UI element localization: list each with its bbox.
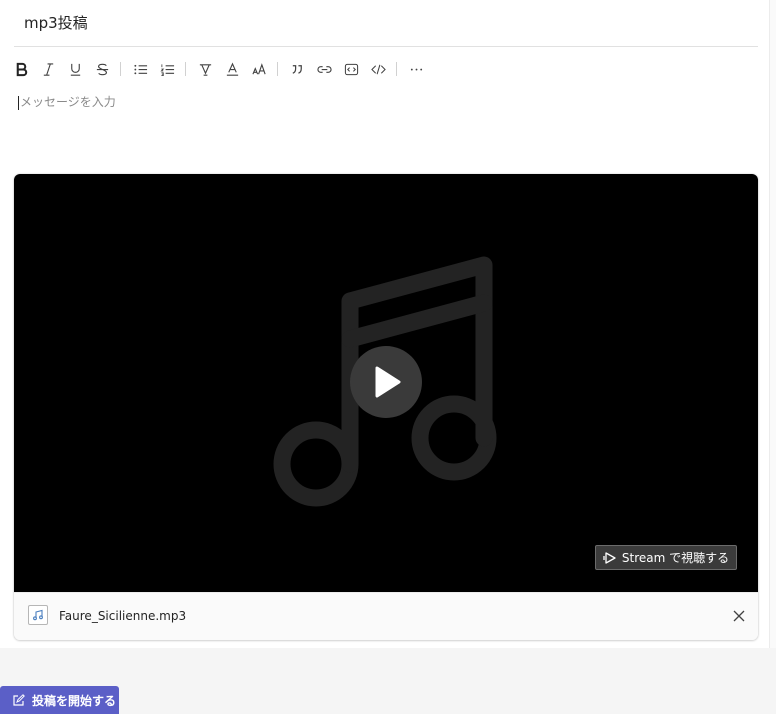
underline-icon — [70, 63, 80, 76]
remove-attachment-button[interactable] — [732, 609, 746, 623]
audio-attachment-card: Stream で視聴する Faure_Sicilienne.mp3 — [14, 174, 758, 640]
stream-icon — [603, 551, 616, 564]
code-icon — [370, 64, 386, 74]
italic-icon — [43, 62, 53, 76]
toolbar-separator — [277, 62, 278, 76]
toolbar-separator — [185, 62, 186, 76]
play-icon — [375, 366, 401, 398]
stream-button-label: Stream で視聴する — [621, 551, 730, 565]
compose-icon — [13, 693, 25, 706]
ellipsis-icon — [410, 68, 422, 70]
quote-icon — [292, 64, 302, 74]
bulleted-list-button[interactable] — [129, 58, 151, 80]
editor-placeholder: メッセージを入力 — [20, 95, 116, 109]
file-info-bar: Faure_Sicilienne.mp3 — [14, 592, 758, 640]
numbered-list-button[interactable] — [156, 58, 178, 80]
scrollbar[interactable] — [769, 0, 776, 648]
bold-button[interactable] — [10, 58, 32, 80]
watch-in-stream-button[interactable]: Stream で視聴する — [595, 545, 737, 570]
play-button[interactable] — [350, 346, 422, 418]
highlight-button[interactable] — [194, 58, 216, 80]
highlight-icon — [199, 63, 211, 76]
link-button[interactable] — [313, 58, 335, 80]
font-size-icon — [251, 62, 266, 74]
bold-icon — [16, 62, 27, 76]
numbered-list-icon — [159, 63, 174, 76]
quote-button[interactable] — [286, 58, 308, 80]
start-post-label: 投稿を開始する — [32, 693, 117, 708]
toolbar-separator — [396, 62, 397, 76]
code-snippet-icon — [344, 63, 358, 75]
italic-button[interactable] — [37, 58, 59, 80]
strikethrough-icon — [96, 63, 108, 75]
code-button[interactable] — [367, 58, 389, 80]
font-color-icon — [226, 61, 238, 76]
text-caret — [18, 95, 19, 110]
underline-button[interactable] — [64, 58, 86, 80]
media-player[interactable]: Stream で視聴する — [14, 174, 758, 592]
start-post-button[interactable]: 投稿を開始する — [0, 686, 119, 714]
font-size-button[interactable] — [248, 58, 270, 80]
subject-divider — [14, 46, 758, 47]
font-color-button[interactable] — [221, 58, 243, 80]
audio-file-icon — [28, 605, 48, 625]
code-snippet-button[interactable] — [340, 58, 362, 80]
compose-box: mp3投稿 メッセージを入力 Stream で視聴する Faure_Sicili… — [0, 0, 770, 648]
toolbar-separator — [120, 62, 121, 76]
strikethrough-button[interactable] — [91, 58, 113, 80]
link-icon — [316, 65, 332, 73]
more-options-button[interactable] — [405, 58, 427, 80]
format-toolbar — [10, 58, 432, 80]
close-icon — [733, 610, 745, 622]
subject-field[interactable]: mp3投稿 — [24, 12, 88, 33]
bulleted-list-icon — [133, 64, 147, 74]
file-name[interactable]: Faure_Sicilienne.mp3 — [59, 609, 186, 623]
message-editor[interactable]: メッセージを入力 — [18, 93, 116, 110]
